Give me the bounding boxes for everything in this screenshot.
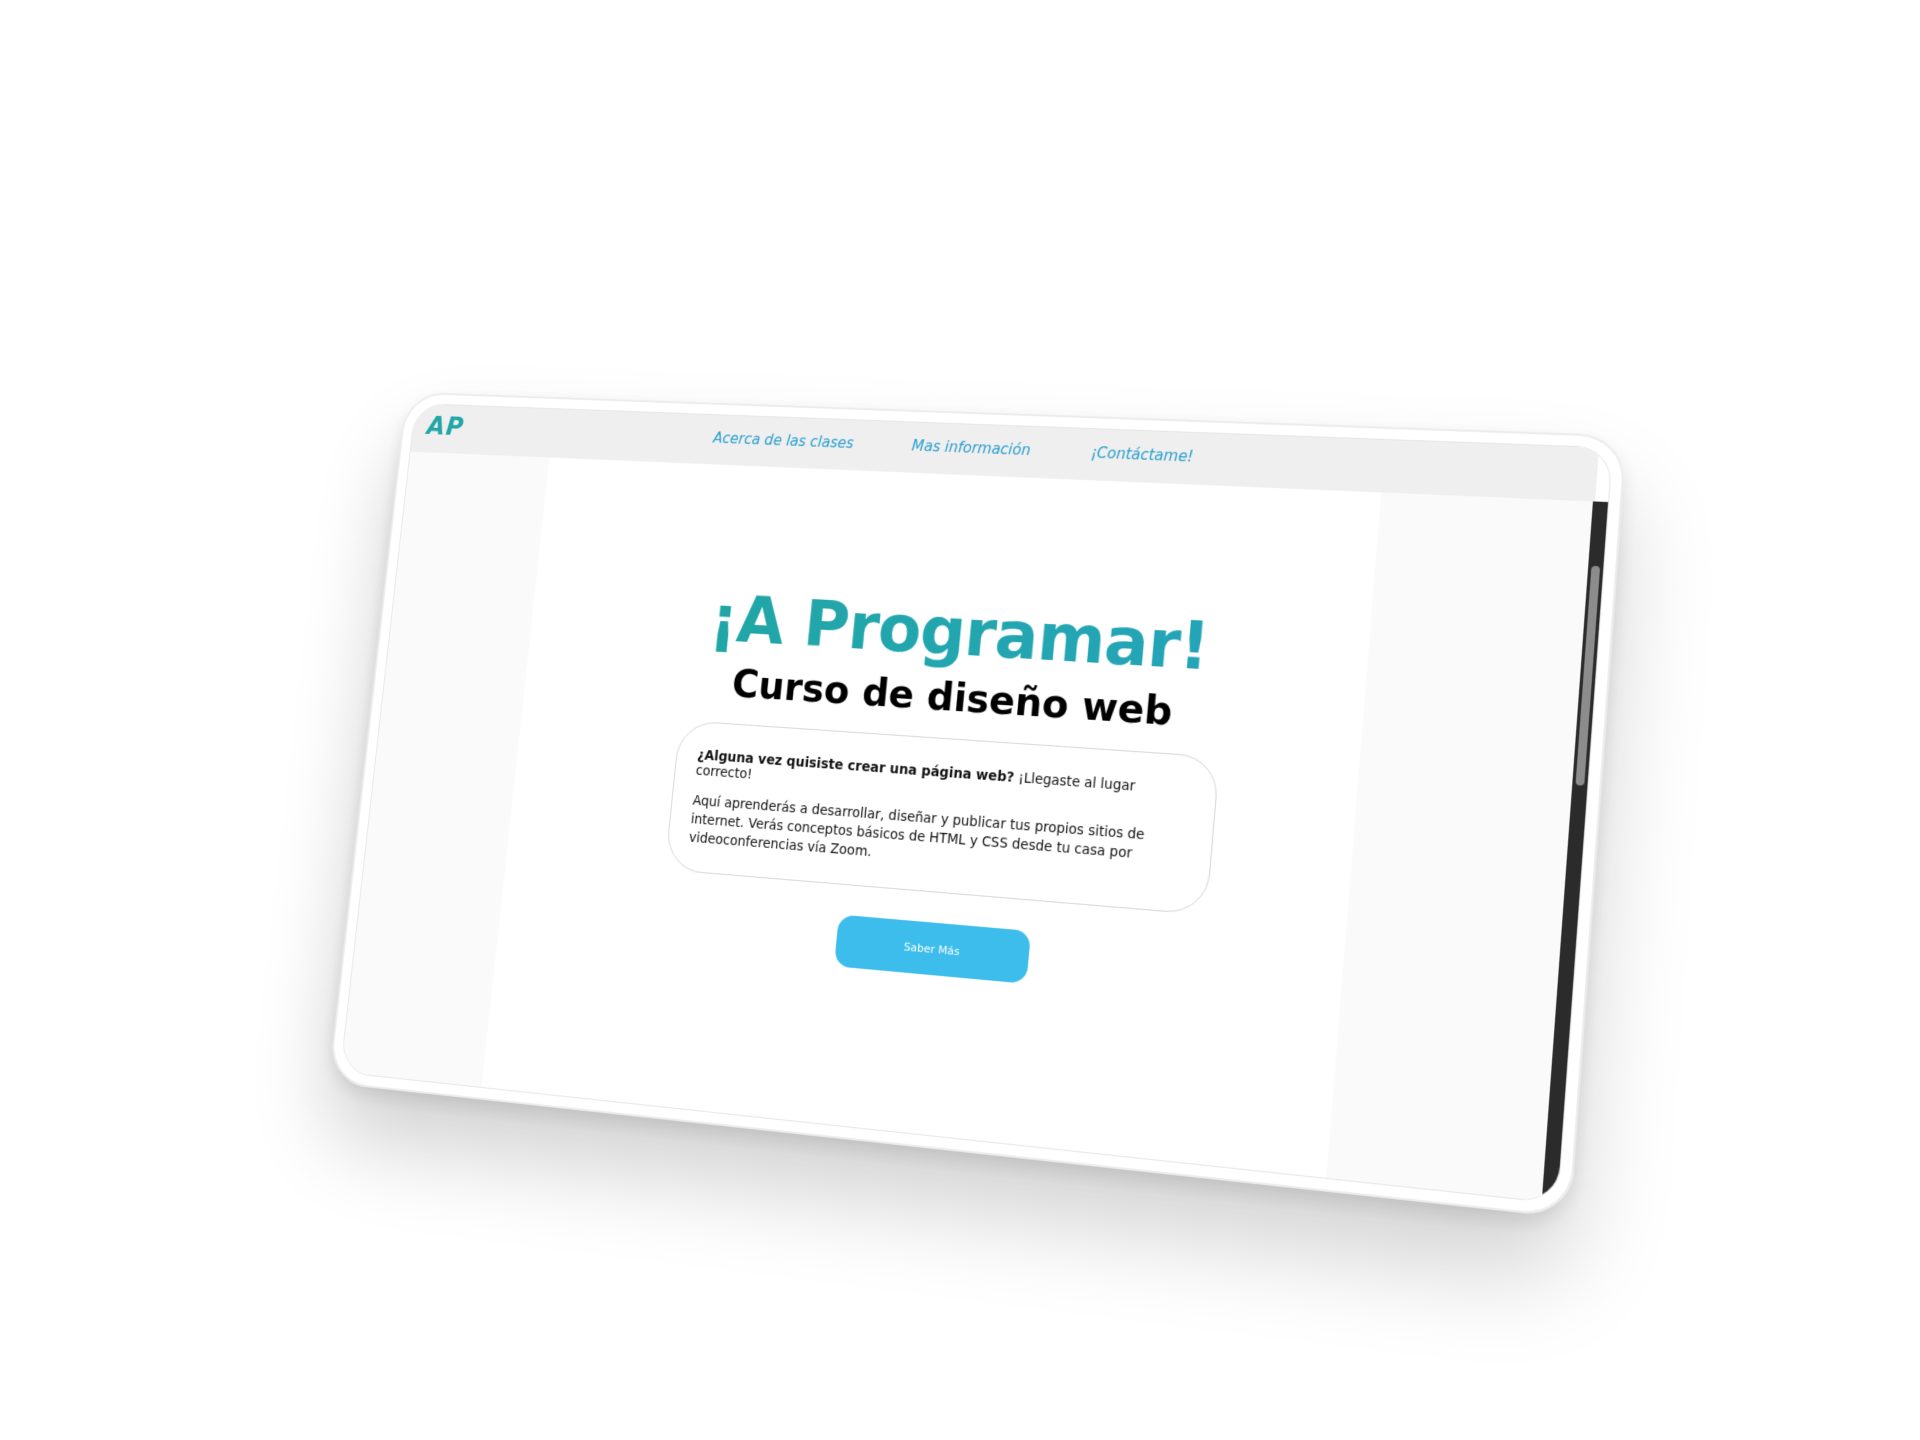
nav-link-more-info[interactable]: Mas información <box>911 437 1031 459</box>
browser-viewport: AP Acerca de las clases Mas información … <box>340 403 1613 1204</box>
nav-link-about-classes[interactable]: Acerca de las clases <box>712 429 854 452</box>
nav-links: Acerca de las clases Mas información ¡Co… <box>712 429 1194 465</box>
stage: AP Acerca de las clases Mas información … <box>0 0 1920 1440</box>
tablet-device: AP Acerca de las clases Mas información … <box>328 392 1627 1219</box>
left-margin-panel <box>341 452 550 1087</box>
nav-link-contact[interactable]: ¡Contáctame! <box>1090 444 1194 466</box>
logo[interactable]: AP <box>426 412 466 442</box>
info-card: ¿Alguna vez quisiste crear una página we… <box>664 720 1220 915</box>
navbar: AP Acerca de las clases Mas información … <box>410 404 1599 501</box>
saber-mas-button[interactable]: Saber Más <box>834 914 1031 983</box>
